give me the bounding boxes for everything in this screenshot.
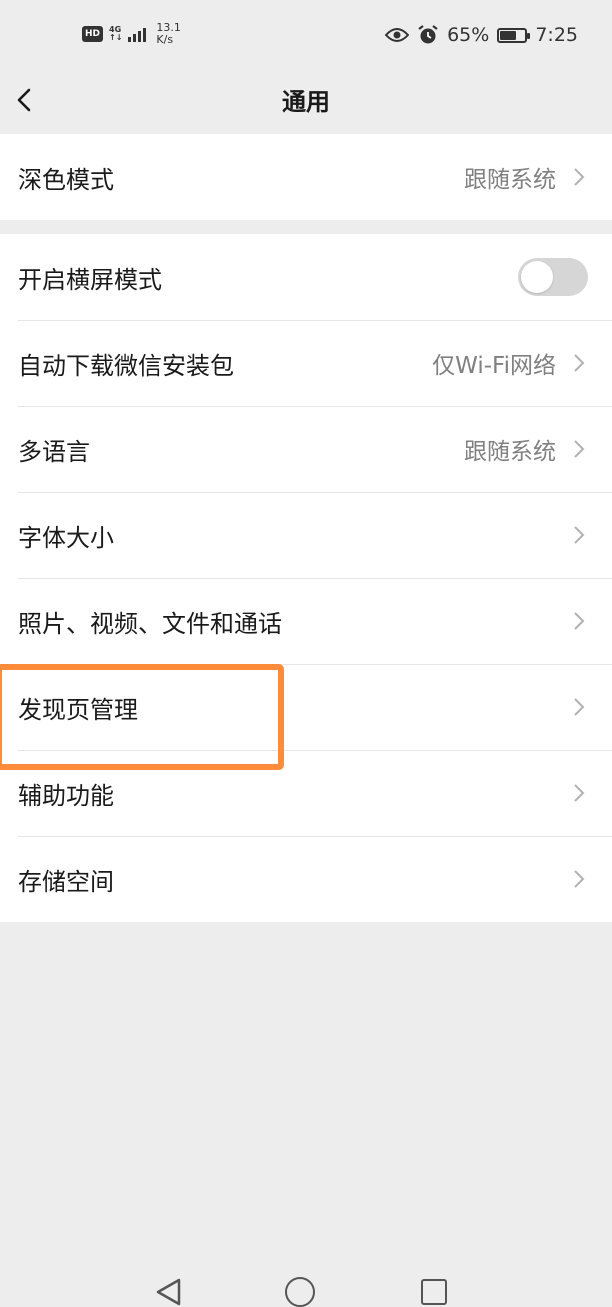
setting-label: 自动下载微信安装包: [18, 351, 234, 380]
setting-label: 发现页管理: [18, 695, 138, 724]
setting-label: 开启横屏模式: [18, 265, 162, 294]
setting-media-files-calls[interactable]: 照片、视频、文件和通话: [0, 578, 612, 664]
system-nav-bar: [0, 1265, 612, 1307]
setting-font-size[interactable]: 字体大小: [0, 492, 612, 578]
setting-label: 多语言: [18, 437, 90, 466]
battery-fill: [500, 30, 516, 40]
hd-icon: HD: [82, 26, 104, 42]
setting-dark-mode[interactable]: 深色模式 跟随系统: [0, 134, 612, 220]
chevron-right-icon: [574, 440, 585, 458]
chevron-right-icon: [574, 168, 585, 186]
clock-time: 7:25: [535, 24, 578, 46]
network-type: 4G ↑↓: [109, 26, 122, 42]
landscape-toggle[interactable]: [518, 258, 588, 296]
nav-home-icon[interactable]: [285, 1277, 315, 1307]
status-bar: HD 4G ↑↓ 13.1 K/s 65% 7:25: [0, 0, 612, 70]
setting-accessibility[interactable]: 辅助功能: [0, 750, 612, 836]
chevron-right-icon: [574, 698, 585, 716]
battery-icon: [497, 27, 531, 43]
page-title: 通用: [282, 88, 330, 116]
status-left: HD 4G ↑↓ 13.1 K/s: [82, 22, 181, 46]
chevron-right-icon: [574, 784, 585, 802]
setting-storage[interactable]: 存储空间: [0, 836, 612, 922]
setting-value: 仅Wi-Fi网络: [432, 353, 556, 379]
eye-icon: [385, 28, 410, 42]
setting-landscape-mode[interactable]: 开启横屏模式: [0, 234, 612, 320]
status-right: 65% 7:25: [385, 24, 578, 46]
setting-language[interactable]: 多语言 跟随系统: [0, 406, 612, 492]
alarm-icon: [418, 25, 438, 44]
setting-label: 存储空间: [18, 867, 114, 896]
nav-recent-icon[interactable]: [421, 1279, 447, 1305]
setting-label: 字体大小: [18, 523, 114, 552]
setting-label: 深色模式: [18, 165, 114, 194]
nav-back-icon[interactable]: [154, 1277, 184, 1307]
battery-percent: 65%: [447, 24, 490, 46]
signal-icon: [128, 26, 147, 42]
setting-label: 照片、视频、文件和通话: [18, 609, 282, 638]
setting-auto-download[interactable]: 自动下载微信安装包 仅Wi-Fi网络: [0, 320, 612, 406]
nav-header: 通用: [0, 70, 612, 132]
settings-group-general: 开启横屏模式 自动下载微信安装包 仅Wi-Fi网络 多语言 跟随系统 字体大小 …: [0, 234, 612, 922]
setting-discover-management[interactable]: 发现页管理: [0, 664, 612, 750]
toggle-knob: [521, 261, 553, 293]
settings-group-display: 深色模式 跟随系统: [0, 134, 612, 220]
speed-unit: K/s: [156, 33, 174, 46]
chevron-right-icon: [574, 612, 585, 630]
chevron-right-icon: [574, 870, 585, 888]
network-activity: ↑↓: [109, 33, 123, 42]
setting-value: 跟随系统: [464, 439, 556, 465]
chevron-right-icon: [574, 526, 585, 544]
network-speed: 13.1 K/s: [156, 22, 181, 46]
setting-value: 跟随系统: [464, 167, 556, 193]
setting-label: 辅助功能: [18, 781, 114, 810]
chevron-right-icon: [574, 354, 585, 372]
